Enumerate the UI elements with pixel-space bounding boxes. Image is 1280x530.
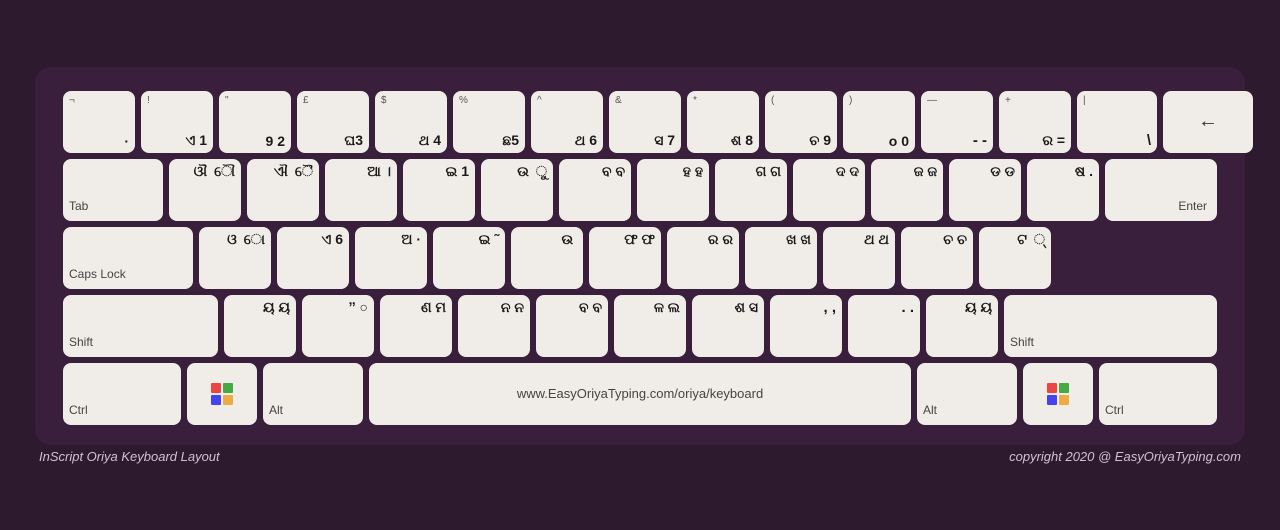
key-caps-lock[interactable]: Caps Lock — [63, 227, 193, 289]
key-l[interactable]: ଥ ଥ — [823, 227, 895, 289]
key-equals[interactable]: + ର = — [999, 91, 1071, 153]
key-7[interactable]: & ସ 7 — [609, 91, 681, 153]
footer: InScript Oriya Keyboard Layout copyright… — [35, 449, 1245, 464]
key-z[interactable]: ୟ ୟ — [224, 295, 296, 357]
key-shift-right[interactable]: Shift — [1004, 295, 1217, 357]
key-4[interactable]: $ ଥ 4 — [375, 91, 447, 153]
key-alt-left[interactable]: Alt — [263, 363, 363, 425]
key-backtick[interactable]: ¬ · — [63, 91, 135, 153]
key-d[interactable]: ଅ · — [355, 227, 427, 289]
key-2[interactable]: " 9 2 — [219, 91, 291, 153]
key-g[interactable]: ଉ ‌ — [511, 227, 583, 289]
key-n[interactable]: ଳ ଲ — [614, 295, 686, 357]
row-qwerty: Tab ଔ ୌ ଐ ୈ ଆ । ଇ 1 ଉ ୁ ବ ବ ହ ହ ଗ ଗ ଦ ଦ — [63, 159, 1217, 221]
key-shift-left[interactable]: Shift — [63, 295, 218, 357]
key-alt-right[interactable]: Alt — [917, 363, 1017, 425]
key-backspace[interactable]: ← — [1163, 91, 1253, 153]
key-period[interactable]: . . — [848, 295, 920, 357]
key-v[interactable]: ନ ନ — [458, 295, 530, 357]
key-x[interactable]: ˮ ○ — [302, 295, 374, 357]
key-j[interactable]: ର ର — [667, 227, 739, 289]
key-comma[interactable]: , , — [770, 295, 842, 357]
key-slash[interactable]: ୟ ୟ — [926, 295, 998, 357]
key-6[interactable]: ^ ଥ 6 — [531, 91, 603, 153]
row-bottom: Ctrl Alt www.EasyOriyaTyping.com/oriya/k… — [63, 363, 1217, 425]
footer-left: InScript Oriya Keyboard Layout — [39, 449, 220, 464]
key-enter[interactable]: Enter — [1105, 159, 1217, 221]
key-ctrl-left[interactable]: Ctrl — [63, 363, 181, 425]
key-c[interactable]: ଣ ମ — [380, 295, 452, 357]
key-u[interactable]: ହ ହ — [637, 159, 709, 221]
key-b[interactable]: ବ ବ — [536, 295, 608, 357]
key-ctrl-right[interactable]: Ctrl — [1099, 363, 1217, 425]
key-rbracket[interactable]: ଷ . — [1027, 159, 1099, 221]
key-5[interactable]: % ଛ5 — [453, 91, 525, 153]
key-e[interactable]: ଆ । — [325, 159, 397, 221]
footer-right: copyright 2020 @ EasyOriyaTyping.com — [1009, 449, 1241, 464]
key-p[interactable]: ଜ ଜ — [871, 159, 943, 221]
key-w[interactable]: ଐ ୈ — [247, 159, 319, 221]
key-q[interactable]: ଔ ୌ — [169, 159, 241, 221]
row-zxcv: Shift ୟ ୟ ˮ ○ ଣ ମ ନ ନ ବ ବ ଳ ଲ ଶ ସ , , . … — [63, 295, 1217, 357]
key-quote[interactable]: ଟ ୍ — [979, 227, 1051, 289]
key-k[interactable]: ଖ ଖ — [745, 227, 817, 289]
key-3[interactable]: £ ଘ3 — [297, 91, 369, 153]
row-asdf: Caps Lock ଓ ୋ ଏ 6 ଅ · ଇ ˜ ଉ ‌ ଫ ଫ ର ର ଖ … — [63, 227, 1217, 289]
key-1[interactable]: ! ଏ 1 — [141, 91, 213, 153]
key-r[interactable]: ଇ 1 — [403, 159, 475, 221]
key-semicolon[interactable]: ଚ ଚ — [901, 227, 973, 289]
key-backslash[interactable]: | \ — [1077, 91, 1157, 153]
keyboard: ¬ · ! ଏ 1 " 9 2 £ ଘ3 $ ଥ 4 % ଛ5 ^ ଥ 6 & — [35, 67, 1245, 445]
key-a[interactable]: ଓ ୋ — [199, 227, 271, 289]
key-s[interactable]: ଏ 6 — [277, 227, 349, 289]
key-8[interactable]: * ଶ 8 — [687, 91, 759, 153]
key-minus[interactable]: — - - — [921, 91, 993, 153]
key-tab[interactable]: Tab — [63, 159, 163, 221]
key-t[interactable]: ଉ ୁ — [481, 159, 553, 221]
row-number: ¬ · ! ଏ 1 " 9 2 £ ଘ3 $ ଥ 4 % ଛ5 ^ ଥ 6 & — [63, 91, 1217, 153]
key-m[interactable]: ଶ ସ — [692, 295, 764, 357]
key-h[interactable]: ଫ ଫ — [589, 227, 661, 289]
key-win-left[interactable] — [187, 363, 257, 425]
key-y[interactable]: ବ ବ — [559, 159, 631, 221]
key-lbracket[interactable]: ଡ ଡ — [949, 159, 1021, 221]
key-i[interactable]: ଗ ଗ — [715, 159, 787, 221]
key-win-right[interactable] — [1023, 363, 1093, 425]
key-o[interactable]: ଦ ଦ — [793, 159, 865, 221]
key-space[interactable]: www.EasyOriyaTyping.com/oriya/keyboard — [369, 363, 911, 425]
key-9[interactable]: ( ଚ 9 — [765, 91, 837, 153]
key-0[interactable]: ) o 0 — [843, 91, 915, 153]
key-f[interactable]: ଇ ˜ — [433, 227, 505, 289]
